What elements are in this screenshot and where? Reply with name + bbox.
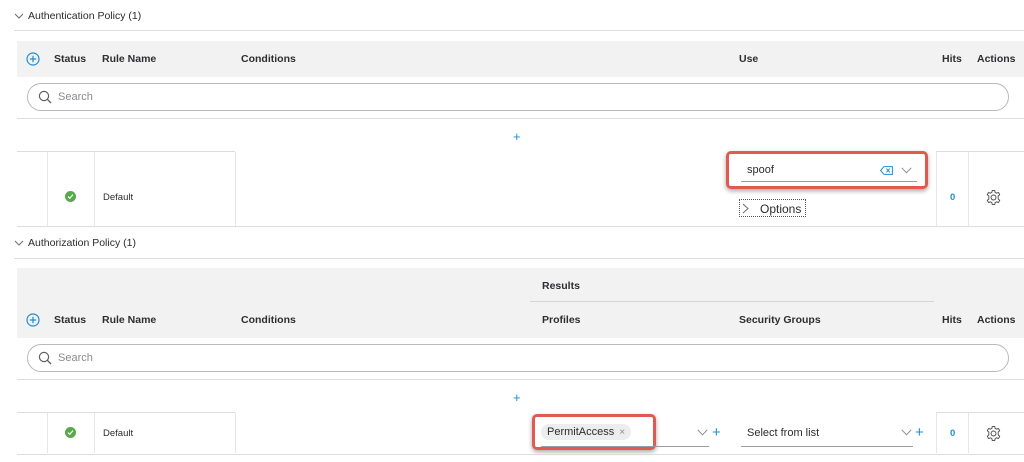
auth-add-row-plus-icon[interactable]: + — [513, 129, 521, 144]
divider — [14, 30, 1024, 31]
header-security-groups[interactable]: Security Groups — [739, 314, 821, 326]
auth-rule-name[interactable]: Default — [103, 192, 133, 203]
auth-policy-toggle[interactable]: Authentication Policy (1) — [14, 10, 141, 22]
cell-separator — [235, 413, 236, 453]
auth-table-header — [17, 41, 1024, 77]
gear-icon[interactable] — [985, 189, 1002, 206]
auth-search-input[interactable] — [58, 91, 858, 103]
auth-policy-title: Authentication Policy (1) — [28, 10, 142, 22]
header-actions: Actions — [977, 314, 1016, 326]
header-results: Results — [542, 280, 580, 292]
cell-separator — [968, 413, 969, 453]
chevron-down-icon[interactable] — [697, 429, 708, 436]
remove-tag-close-icon[interactable]: × — [619, 427, 625, 438]
header-status[interactable]: Status — [54, 314, 86, 326]
options-label: Options — [760, 202, 802, 216]
auth-search-box[interactable] — [27, 83, 1009, 111]
header-rule-name[interactable]: Rule Name — [102, 53, 156, 65]
authz-policy-title: Authorization Policy (1) — [28, 237, 136, 249]
cell-separator — [47, 152, 48, 226]
check-circle-icon[interactable] — [65, 427, 76, 438]
select-underline — [741, 446, 913, 447]
add-profile-plus-icon[interactable]: + — [712, 424, 721, 441]
results-divider — [530, 301, 934, 302]
security-group-select[interactable]: Select from list — [741, 424, 913, 447]
authz-rule-name[interactable]: Default — [103, 428, 133, 439]
header-conditions[interactable]: Conditions — [241, 53, 296, 65]
profile-tag-label: PermitAccess — [547, 426, 615, 438]
header-hits[interactable]: Hits — [942, 53, 962, 65]
cell-separator — [936, 152, 937, 226]
profiles-underline — [541, 446, 709, 447]
add-rule-plus-circle-icon[interactable] — [26, 313, 40, 327]
profile-tag[interactable]: PermitAccess × — [541, 424, 632, 440]
divider — [936, 151, 1024, 152]
header-status[interactable]: Status — [54, 53, 86, 65]
cell-separator — [235, 152, 236, 226]
cell-separator — [968, 152, 969, 226]
header-actions: Actions — [977, 53, 1016, 65]
divider — [17, 412, 235, 413]
authz-search-box[interactable] — [27, 344, 1009, 372]
chevron-right-icon — [742, 203, 749, 214]
add-rule-plus-circle-icon[interactable] — [26, 52, 40, 66]
authz-search-input[interactable] — [58, 352, 858, 364]
header-rule-name[interactable]: Rule Name — [102, 314, 156, 326]
gear-icon[interactable] — [985, 425, 1002, 442]
divider — [14, 258, 1024, 259]
cell-separator — [94, 152, 95, 226]
security-group-placeholder: Select from list — [747, 427, 820, 439]
options-expander[interactable]: Options — [739, 199, 806, 217]
divider — [17, 454, 1024, 455]
divider — [17, 151, 235, 152]
backspace-icon[interactable] — [880, 166, 893, 175]
search-icon — [38, 351, 52, 365]
authz-table-header — [17, 268, 1024, 338]
divider — [17, 118, 1024, 119]
chevron-down-icon — [14, 13, 24, 19]
select-underline — [741, 181, 917, 182]
header-use[interactable]: Use — [739, 53, 758, 65]
cell-separator — [936, 413, 937, 453]
authz-add-row-plus-icon[interactable]: + — [513, 390, 521, 405]
chevron-down-icon[interactable] — [901, 167, 912, 174]
header-profiles[interactable]: Profiles — [542, 314, 581, 326]
auth-hits[interactable]: 0 — [950, 192, 955, 203]
authz-hits[interactable]: 0 — [950, 428, 955, 439]
use-select[interactable]: spoof — [741, 160, 917, 182]
chevron-down-icon — [14, 240, 24, 246]
divider — [17, 379, 1024, 380]
cell-separator — [94, 413, 95, 453]
header-conditions[interactable]: Conditions — [241, 314, 296, 326]
divider — [17, 226, 1024, 227]
check-circle-icon[interactable] — [65, 191, 76, 202]
search-icon — [38, 90, 52, 104]
chevron-down-icon[interactable] — [901, 429, 912, 436]
cell-separator — [47, 413, 48, 453]
authz-policy-toggle[interactable]: Authorization Policy (1) — [14, 237, 136, 249]
header-hits[interactable]: Hits — [942, 314, 962, 326]
add-security-group-plus-icon[interactable]: + — [915, 424, 924, 441]
use-select-value: spoof — [747, 164, 774, 176]
divider — [936, 412, 1024, 413]
